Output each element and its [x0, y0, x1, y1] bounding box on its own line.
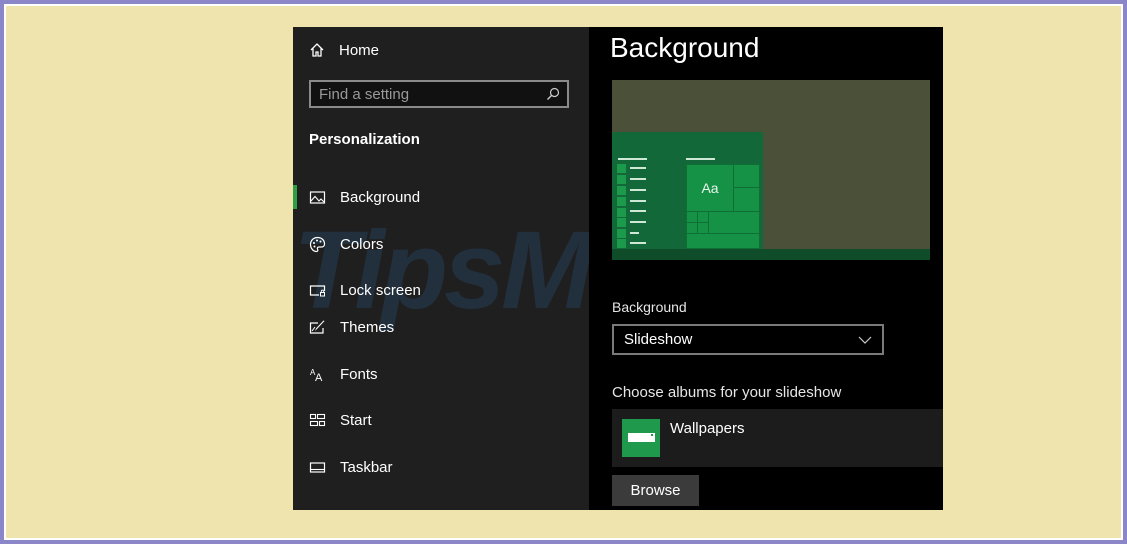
background-label: Background [612, 299, 687, 315]
folder-icon [622, 419, 660, 457]
background-dropdown[interactable]: Slideshow [612, 324, 884, 355]
search-input[interactable] [311, 85, 546, 103]
picture-icon [309, 190, 325, 204]
sidebar-item-themes[interactable]: Themes [293, 309, 589, 345]
desktop-preview: Aa [612, 80, 930, 260]
browse-button[interactable]: Browse [612, 475, 699, 506]
album-name: Wallpapers [670, 420, 745, 437]
main-panel: Background Aa Background Slideshow Choos… [589, 27, 943, 510]
sidebar-item-colors[interactable]: Colors [293, 226, 589, 262]
search-box[interactable] [309, 80, 569, 108]
settings-window: Home Personalization TipsMake.com Backgr… [293, 27, 943, 510]
taskbar-preview [612, 249, 930, 260]
preview-tile-aa: Aa [686, 164, 734, 212]
home-link[interactable]: Home [309, 39, 379, 61]
albums-label: Choose albums for your slideshow [612, 384, 842, 401]
sidebar-item-start[interactable]: Start [293, 402, 589, 438]
start-menu-preview: Aa [612, 132, 763, 249]
palette-icon [309, 236, 325, 252]
sidebar-item-background[interactable]: Background [293, 179, 589, 215]
sidebar-item-label: Colors [340, 235, 384, 253]
background-dropdown-value: Slideshow [624, 331, 693, 348]
sidebar-item-label: Start [340, 411, 372, 429]
page-title: Background [610, 32, 760, 63]
start-icon [309, 413, 325, 426]
sidebar-item-taskbar[interactable]: Taskbar [293, 449, 589, 485]
sidebar-item-fonts[interactable]: AA Fonts [293, 356, 589, 392]
lock-screen-icon [309, 284, 325, 296]
chevron-down-icon [858, 336, 872, 344]
sidebar-item-label: Fonts [340, 365, 378, 383]
themes-icon [309, 320, 324, 334]
section-title: Personalization [309, 131, 420, 148]
album-item[interactable]: Wallpapers [612, 409, 943, 467]
fonts-icon: AA [310, 368, 323, 383]
home-label: Home [339, 41, 380, 59]
sidebar-item-lock-screen[interactable]: Lock screen [293, 272, 589, 308]
sidebar-item-label: Background [340, 188, 421, 206]
preview-tile-text: Aa [701, 180, 719, 196]
sidebar-item-label: Themes [340, 318, 395, 336]
taskbar-icon [309, 461, 325, 473]
svg-text:A: A [315, 372, 323, 383]
search-icon[interactable] [546, 87, 560, 101]
sidebar-item-label: Taskbar [340, 458, 393, 476]
sidebar: Home Personalization TipsMake.com Backgr… [293, 27, 854, 510]
home-icon [310, 43, 324, 57]
sidebar-item-label: Lock screen [340, 281, 421, 299]
